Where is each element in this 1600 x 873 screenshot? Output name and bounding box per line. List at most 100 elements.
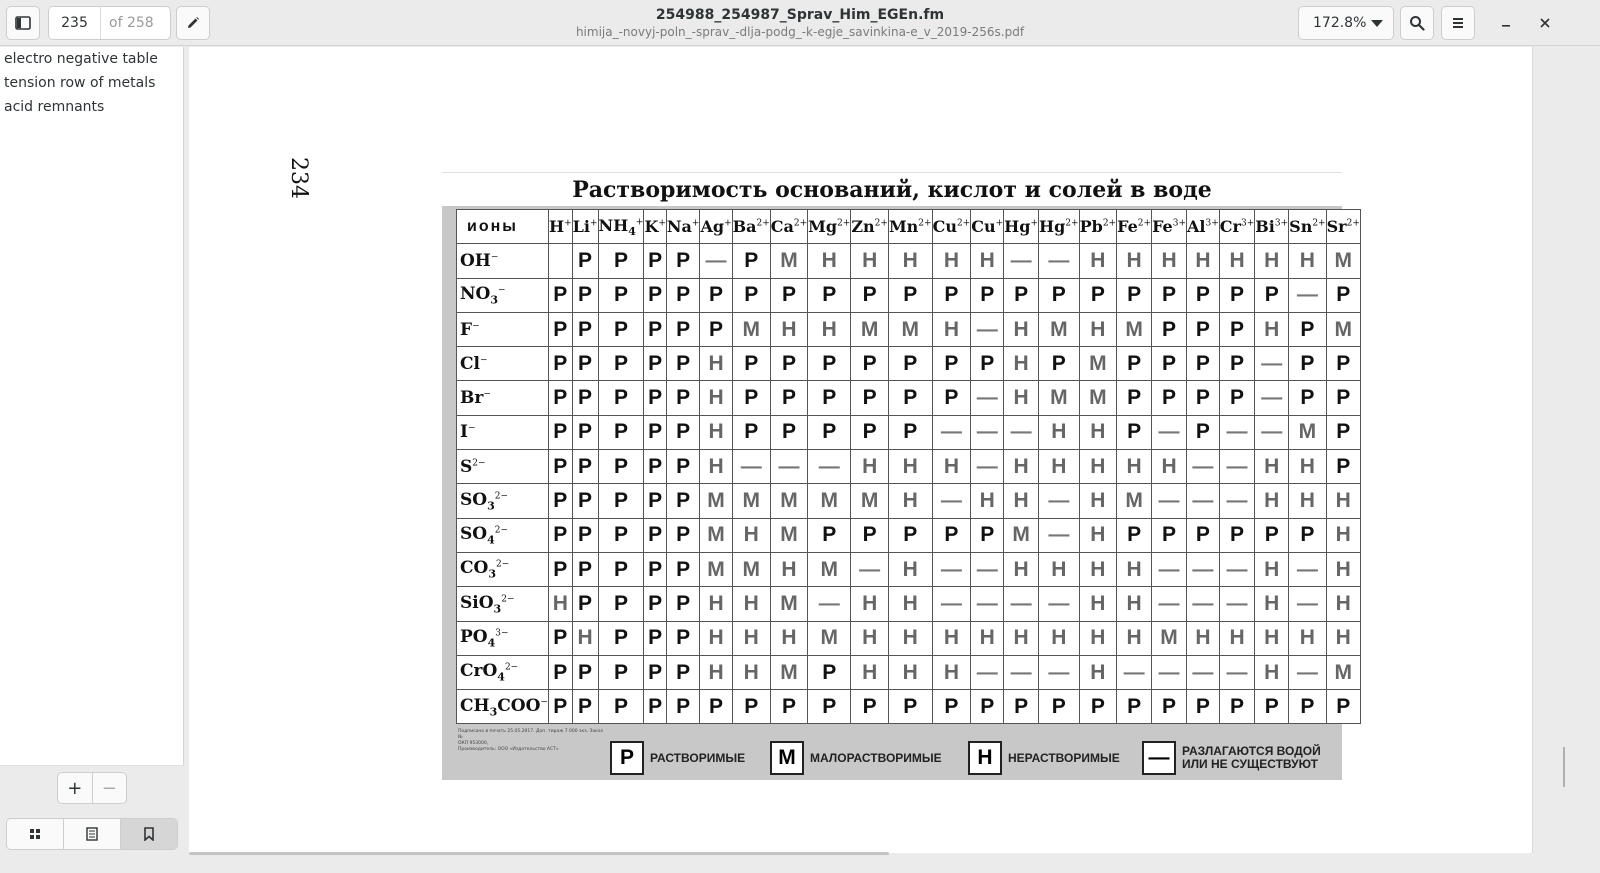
cation-header: Cr3+ — [1218, 208, 1256, 245]
solubility-cell: Р — [1288, 311, 1327, 348]
main-menu-button[interactable] — [1441, 6, 1475, 40]
solubility-cell: Р — [597, 277, 645, 313]
solubility-cell: — — [970, 586, 1005, 622]
solubility-cell: — — [1288, 586, 1327, 622]
bookmarks-view-button[interactable] — [120, 819, 177, 849]
cation-header: H+ — [547, 208, 573, 245]
solubility-cell: — — [1038, 586, 1080, 622]
solubility-cell: Р — [887, 517, 933, 553]
solubility-cell: Н — [699, 449, 733, 485]
solubility-cell: Р — [571, 380, 599, 416]
solubility-cell: М — [731, 311, 771, 348]
solubility-cell: — — [1288, 551, 1327, 588]
solubility-cell: Р — [731, 243, 771, 279]
solubility-cell: — — [1218, 414, 1256, 451]
solubility-cell: Р — [597, 346, 645, 382]
solubility-cell: Р — [731, 277, 771, 313]
solubility-cell: М — [769, 517, 809, 553]
solubility-cell: Н — [1288, 243, 1327, 279]
document-view[interactable]: 234 Растворимость оснований, кислот и со… — [185, 47, 1600, 873]
solubility-cell: Р — [665, 654, 701, 691]
bookmark-item[interactable]: acid remnants — [0, 95, 183, 119]
solubility-cell: Н — [931, 243, 972, 279]
cation-header: Hg2+ — [1038, 208, 1080, 245]
dropdown-caret-icon — [1371, 20, 1383, 27]
solubility-cell: — — [1186, 551, 1220, 588]
close-window-button[interactable] — [1528, 6, 1562, 40]
remove-bookmark-button[interactable]: − — [91, 773, 127, 803]
solubility-cell: Н — [931, 449, 972, 485]
cation-header: Cu+ — [970, 208, 1005, 245]
bookmark-item[interactable]: tension row of metals — [0, 71, 183, 95]
solubility-cell: Н — [699, 346, 733, 382]
solubility-cell: Р — [547, 414, 573, 451]
solubility-cell: М — [807, 483, 852, 519]
solubility-cell: Н — [1078, 586, 1118, 622]
solubility-cell: Н — [1254, 243, 1290, 279]
solubility-cell: Р — [1288, 346, 1327, 382]
table-row: CH3COO− Р Р Р Р Р Р Р Р Р Р Р Р Р Р Р Р Р Р Р Р Р Р Р — [456, 689, 1361, 725]
solubility-cell: — — [1186, 654, 1220, 691]
solubility-cell: Р — [643, 243, 667, 279]
solubility-cell: — — [1151, 586, 1188, 622]
solubility-cell: М — [807, 620, 852, 656]
outline-view-button[interactable] — [63, 819, 120, 849]
solubility-cell: Н — [1325, 620, 1361, 656]
vertical-scrollbar[interactable] — [1563, 747, 1565, 787]
solubility-cell: Н — [571, 620, 599, 656]
solubility-cell: Р — [547, 311, 573, 348]
solubility-cell: Н — [887, 243, 933, 279]
solubility-cell: Н — [1186, 243, 1220, 279]
solubility-cell: Р — [850, 380, 889, 416]
solubility-cell: — — [1218, 654, 1256, 691]
solubility-cell: Р — [547, 277, 573, 313]
solubility-cell: Р — [547, 346, 573, 382]
solubility-cell: Р — [1151, 517, 1188, 553]
solubility-cell: Р — [643, 620, 667, 656]
document-filename: himija_-novyj-poln_-sprav_-dlja-podg_-k-… — [575, 25, 1025, 39]
thumbnails-view-button[interactable] — [7, 819, 63, 849]
search-button[interactable] — [1400, 6, 1434, 40]
solubility-cell: — — [1038, 517, 1080, 553]
solubility-cell: Р — [597, 243, 645, 279]
solubility-cell: Н — [1325, 517, 1361, 553]
table-row: CO32− Р Р Р Р Р М М Н М — Н — — Н Н Н Н — — — Н — Н — [456, 551, 1361, 588]
solubility-cell: Н — [1003, 483, 1040, 519]
solubility-cell: — — [970, 311, 1005, 348]
cation-header: K+ — [643, 208, 667, 245]
solubility-cell: Р — [931, 517, 972, 553]
solubility-cell: Р — [1151, 311, 1188, 348]
solubility-cell: Р — [643, 449, 667, 485]
zoom-selector[interactable]: 172.8% — [1298, 6, 1394, 40]
zoom-level: 172.8% — [1313, 15, 1367, 31]
cation-header-row: ионы H+ Li+ NH4+ K+ Na+ Ag+ Ba2+ Ca2+ Mg2+ Zn2+ Mn2… — [456, 208, 1361, 245]
page-number-input[interactable] — [49, 7, 101, 39]
horizontal-scrollbar[interactable] — [189, 852, 889, 855]
add-bookmark-button[interactable]: + — [58, 773, 92, 803]
solubility-cell: Н — [1254, 449, 1290, 485]
sidebar-toggle-button[interactable] — [6, 6, 40, 40]
solubility-cell: Н — [887, 620, 933, 656]
solubility-cell: Н — [1078, 517, 1118, 553]
solubility-cell: Н — [769, 311, 809, 348]
solubility-cell: М — [807, 551, 852, 588]
table-row: OH− Р Р Р Р — Р М Н Н Н Н Н — — Н Н Н Н Н Н Н М — [456, 243, 1361, 279]
solubility-cell: Р — [643, 380, 667, 416]
solubility-cell: Р — [1218, 517, 1256, 553]
table-row: I− Р Р Р Р Р Н Р Р Р Р Р — — — Н Н Р — Р — — М Р — [456, 414, 1361, 451]
solubility-cell: — — [1003, 654, 1040, 691]
solubility-cell: Н — [931, 654, 972, 691]
legend-symbol: Н — [968, 741, 1002, 775]
bookmark-item[interactable]: electro negative table — [0, 47, 183, 71]
minimize-button[interactable] — [1489, 6, 1523, 40]
solubility-cell: Н — [731, 620, 771, 656]
anion-label: CH3COO− — [456, 689, 549, 725]
solubility-cell: Р — [643, 346, 667, 382]
solubility-cell: — — [1003, 586, 1040, 622]
annotate-button[interactable] — [176, 6, 210, 40]
solubility-cell: Р — [1288, 517, 1327, 553]
legend-item: Н НЕРАСТВОРИМЫЕ — [968, 740, 1120, 776]
top-rule — [442, 172, 1342, 173]
solubility-cell: Н — [731, 517, 771, 553]
solubility-cell: Р — [547, 380, 573, 416]
